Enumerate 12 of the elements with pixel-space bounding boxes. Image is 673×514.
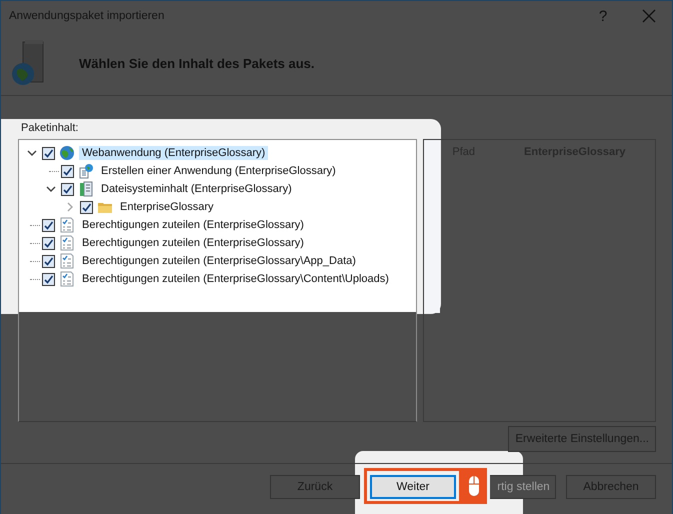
tree-item[interactable]: Erstellen einer Anwendung (EnterpriseGlossary) <box>98 164 339 178</box>
tree-item[interactable]: Webanwendung (EnterpriseGlossary) <box>79 146 268 160</box>
wizard-button[interactable]: Weiter <box>370 475 456 499</box>
tree-item[interactable]: Berechtigungen zuteilen (EnterpriseGlossary\App_Data) <box>79 254 359 268</box>
tree-item[interactable]: EnterpriseGlossary <box>117 200 217 214</box>
tree-item[interactable]: Berechtigungen zuteilen (EnterpriseGlossary\Content\Uploads) <box>79 272 392 286</box>
tree-item[interactable]: Berechtigungen zuteilen (EnterpriseGlossary) <box>79 236 307 250</box>
page-heading: Wählen Sie den Inhalt des Pakets aus. <box>79 56 315 70</box>
tree-item[interactable]: Berechtigungen zuteilen (EnterpriseGlossary) <box>79 218 307 232</box>
content-label: Paketinhalt: <box>21 122 78 134</box>
tree-item[interactable]: Dateisysteminhalt (EnterpriseGlossary) <box>98 182 295 196</box>
window-title: Anwendungspaket importieren <box>9 10 166 22</box>
